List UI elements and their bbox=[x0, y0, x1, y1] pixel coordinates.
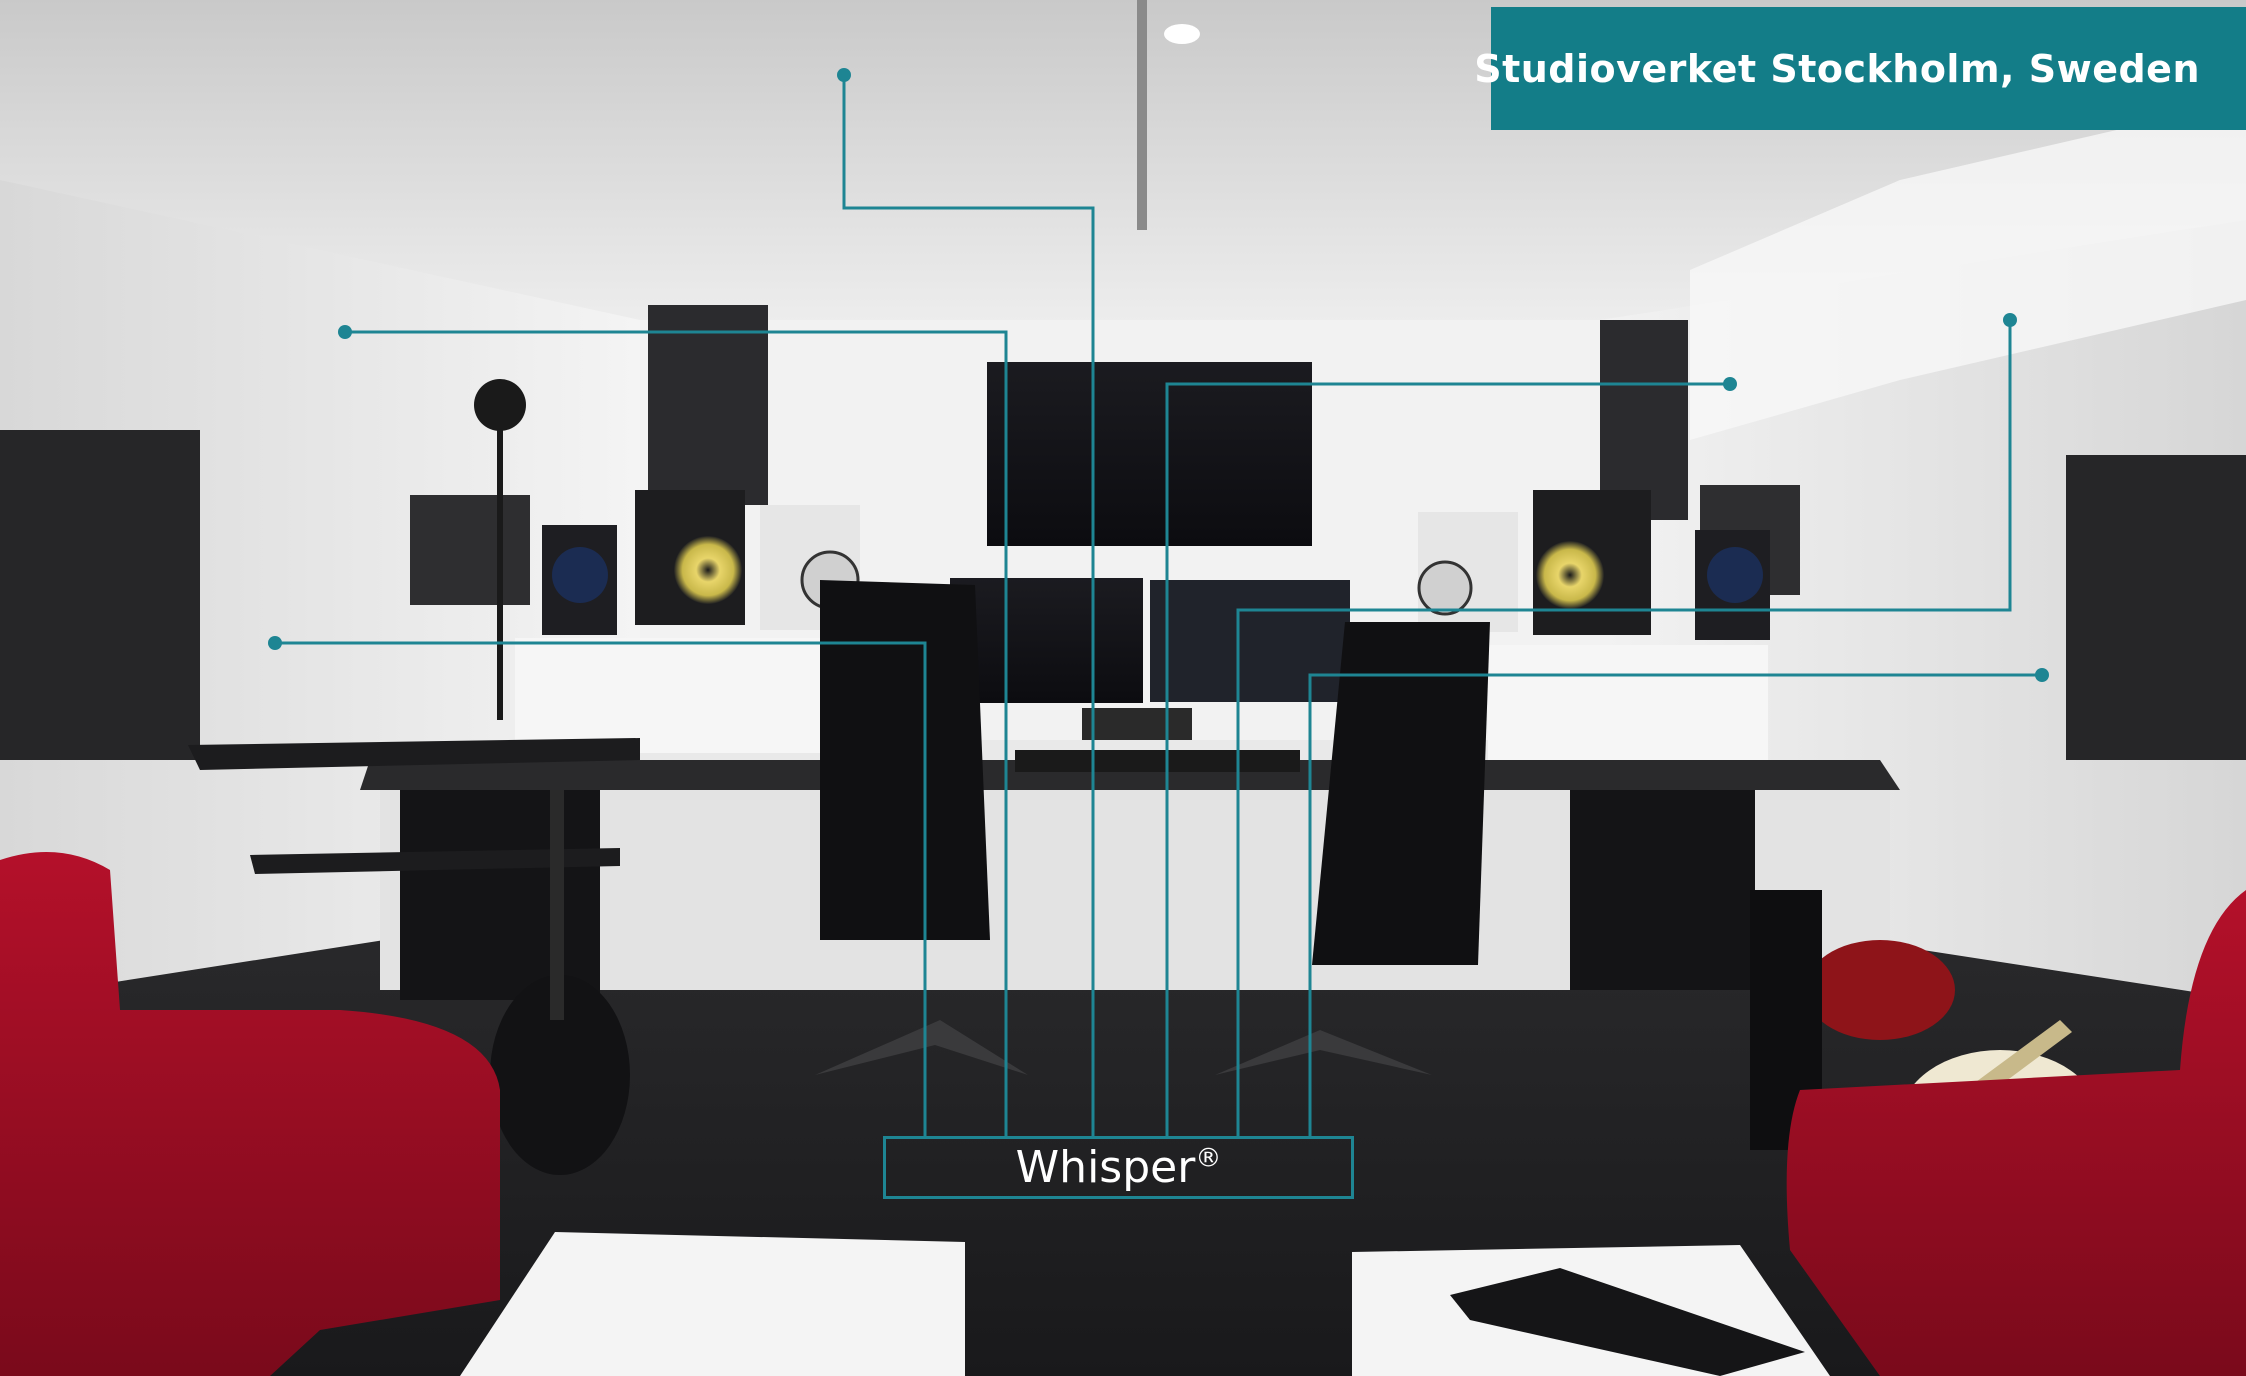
location-badge: Studioverket Stockholm, Sweden bbox=[1474, 7, 2246, 130]
product-name-text: Whisper bbox=[1015, 1142, 1196, 1193]
studio-photo-figure: Studioverket Stockholm, Sweden Whisper® bbox=[0, 0, 2246, 1376]
registered-mark: ® bbox=[1195, 1143, 1222, 1174]
location-badge-label: Studioverket Stockholm, Sweden bbox=[1474, 46, 2200, 91]
product-label: Whisper® bbox=[883, 1136, 1354, 1199]
product-name: Whisper® bbox=[1016, 1142, 1222, 1193]
